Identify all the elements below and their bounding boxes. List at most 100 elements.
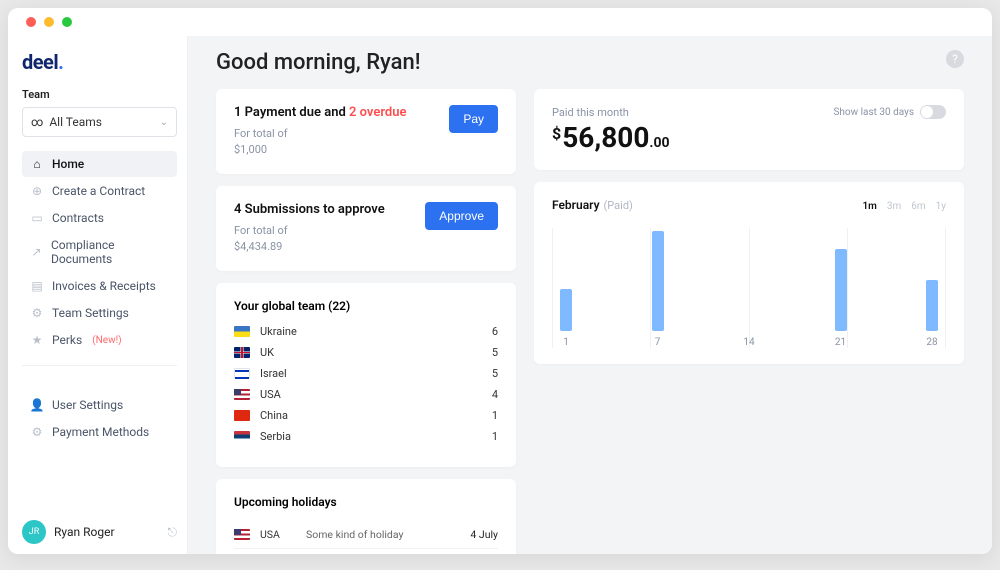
profile-name: Ryan Roger bbox=[54, 525, 115, 539]
chevron-down-icon: ⌄ bbox=[160, 117, 168, 128]
sidebar: deel. Team ∞ All Teams ⌄ ⌂Home⊕Create a … bbox=[8, 36, 188, 554]
last-30-toggle[interactable]: Show last 30 days bbox=[833, 105, 946, 119]
team-select[interactable]: ∞ All Teams ⌄ bbox=[22, 107, 177, 137]
nav-icon: ▤ bbox=[30, 279, 44, 293]
range-6m[interactable]: 6m bbox=[911, 201, 925, 212]
team-row: Israel 5 bbox=[234, 367, 498, 380]
nav-label: Perks bbox=[52, 333, 82, 347]
paid-label: Paid this month bbox=[552, 106, 629, 119]
settings-item-user-settings[interactable]: 👤User Settings bbox=[22, 392, 177, 418]
settings-item-payment-methods[interactable]: ⚙Payment Methods bbox=[22, 419, 177, 445]
bar-wrap: 28 bbox=[922, 280, 942, 348]
flag-icon bbox=[234, 410, 250, 421]
holiday-name: Some kind of holiday bbox=[306, 528, 460, 541]
chart-ranges: 1m 3m 6m 1y bbox=[862, 201, 946, 212]
chart-x-label: 7 bbox=[655, 337, 661, 348]
submissions-subtotal: For total of $4,434.89 bbox=[234, 223, 385, 255]
nav-icon: ↗ bbox=[30, 245, 43, 259]
flag-icon bbox=[234, 389, 250, 400]
help-icon[interactable]: ? bbox=[946, 50, 964, 68]
country-count: 5 bbox=[484, 346, 498, 359]
range-1y[interactable]: 1y bbox=[936, 201, 946, 212]
country-name: Ukraine bbox=[260, 325, 308, 338]
main-content: ? Good morning, Ryan! 1 Payment due and … bbox=[188, 36, 992, 554]
bar-wrap: 7 bbox=[648, 231, 668, 348]
flag-icon bbox=[234, 347, 250, 358]
chart-bar bbox=[835, 249, 847, 331]
team-row: China 1 bbox=[234, 409, 498, 422]
country-name: China bbox=[260, 409, 308, 422]
nav-icon: ⌂ bbox=[30, 157, 44, 171]
nav-item-compliance-documents[interactable]: ↗ Compliance Documents bbox=[22, 232, 177, 272]
flag-icon bbox=[234, 431, 250, 442]
holidays-card: Upcoming holidays USASome kind of holida… bbox=[216, 479, 516, 554]
nav-item-perks[interactable]: ★ Perks (New!) bbox=[22, 327, 177, 353]
chart-x-label: 28 bbox=[926, 337, 937, 348]
nav-label: Invoices & Receipts bbox=[52, 279, 156, 293]
holiday-row: USASome kind of holiday4 July bbox=[234, 521, 498, 548]
holiday-row: UKHoliday8 July - 12 July bbox=[234, 548, 498, 554]
maximize-window-icon[interactable] bbox=[62, 17, 72, 27]
country-name: USA bbox=[260, 388, 308, 401]
nav-icon: ▭ bbox=[30, 211, 44, 225]
country-name: Israel bbox=[260, 367, 308, 380]
country-count: 5 bbox=[484, 367, 498, 380]
nav-label: Contracts bbox=[52, 211, 104, 225]
country-count: 1 bbox=[484, 430, 498, 443]
nav-item-contracts[interactable]: ▭ Contracts bbox=[22, 205, 177, 231]
holiday-date: 4 July bbox=[470, 528, 498, 541]
team-row: USA 4 bbox=[234, 388, 498, 401]
bar-wrap: 1 bbox=[556, 289, 576, 348]
greeting: Good morning, Ryan! bbox=[216, 50, 964, 75]
submissions-title: 4 Submissions to approve bbox=[234, 202, 385, 217]
nav-label: Compliance Documents bbox=[51, 238, 169, 266]
bar-chart: 17142128 bbox=[552, 228, 946, 348]
country-count: 4 bbox=[484, 388, 498, 401]
settings-nav: 👤User Settings⚙Payment Methods bbox=[22, 392, 177, 445]
minimize-window-icon[interactable] bbox=[44, 17, 54, 27]
range-3m[interactable]: 3m bbox=[887, 201, 901, 212]
close-window-icon[interactable] bbox=[26, 17, 36, 27]
flag-icon bbox=[234, 326, 250, 337]
chart-status: (Paid) bbox=[604, 199, 633, 212]
nav-label: Create a Contract bbox=[52, 184, 145, 198]
nav-label: Home bbox=[52, 157, 84, 171]
paid-card: Paid this month Show last 30 days $56,80… bbox=[534, 89, 964, 170]
payments-subtotal: For total of $1,000 bbox=[234, 126, 407, 158]
country-count: 1 bbox=[484, 409, 498, 422]
country-name: UK bbox=[260, 346, 308, 359]
global-team-card: Your global team (22) Ukraine 6 UK 5 Israel 5… bbox=[216, 283, 516, 467]
payments-card: 1 Payment due and 2 overdue For total of… bbox=[216, 89, 516, 174]
settings-icon: 👤 bbox=[30, 398, 44, 412]
approve-button[interactable]: Approve bbox=[425, 202, 498, 230]
country-count: 6 bbox=[484, 325, 498, 338]
nav-item-team-settings[interactable]: ⚙Team Settings bbox=[22, 300, 177, 326]
team-select-value: All Teams bbox=[49, 115, 102, 129]
nav-icon: ⊕ bbox=[30, 184, 44, 198]
pay-button[interactable]: Pay bbox=[449, 105, 498, 133]
range-1m[interactable]: 1m bbox=[862, 201, 876, 212]
logout-icon[interactable]: ⎋ bbox=[168, 525, 178, 540]
chart-bar bbox=[560, 289, 572, 331]
chart-card: February (Paid) 1m3m6m1y 17142128 bbox=[534, 182, 964, 364]
avatar: JR bbox=[22, 520, 46, 544]
nav-item-home[interactable]: ⌂ Home bbox=[22, 151, 177, 177]
nav-icon: ★ bbox=[30, 333, 44, 347]
window-titlebar bbox=[8, 8, 992, 36]
team-row: Serbia1 bbox=[234, 430, 498, 443]
nav-icon: ⚙ bbox=[30, 306, 44, 320]
new-tag: (New!) bbox=[92, 335, 121, 346]
profile-footer[interactable]: JR Ryan Roger ⎋ bbox=[22, 520, 177, 544]
payments-title: 1 Payment due and 2 overdue bbox=[234, 105, 407, 120]
flag-icon bbox=[234, 368, 250, 379]
chart-month: February bbox=[552, 198, 600, 212]
paid-amount: $56,800.00 bbox=[552, 121, 946, 154]
team-row: UK 5 bbox=[234, 346, 498, 359]
nav-item-invoices-receipts[interactable]: ▤ Invoices & Receipts bbox=[22, 273, 177, 299]
flag-icon bbox=[234, 529, 250, 540]
global-team-title: Your global team (22) bbox=[234, 299, 498, 313]
chart-bar bbox=[652, 231, 664, 331]
settings-label: Payment Methods bbox=[52, 425, 149, 439]
submissions-card: 4 Submissions to approve For total of $4… bbox=[216, 186, 516, 271]
nav-item-create-a-contract[interactable]: ⊕ Create a Contract bbox=[22, 178, 177, 204]
